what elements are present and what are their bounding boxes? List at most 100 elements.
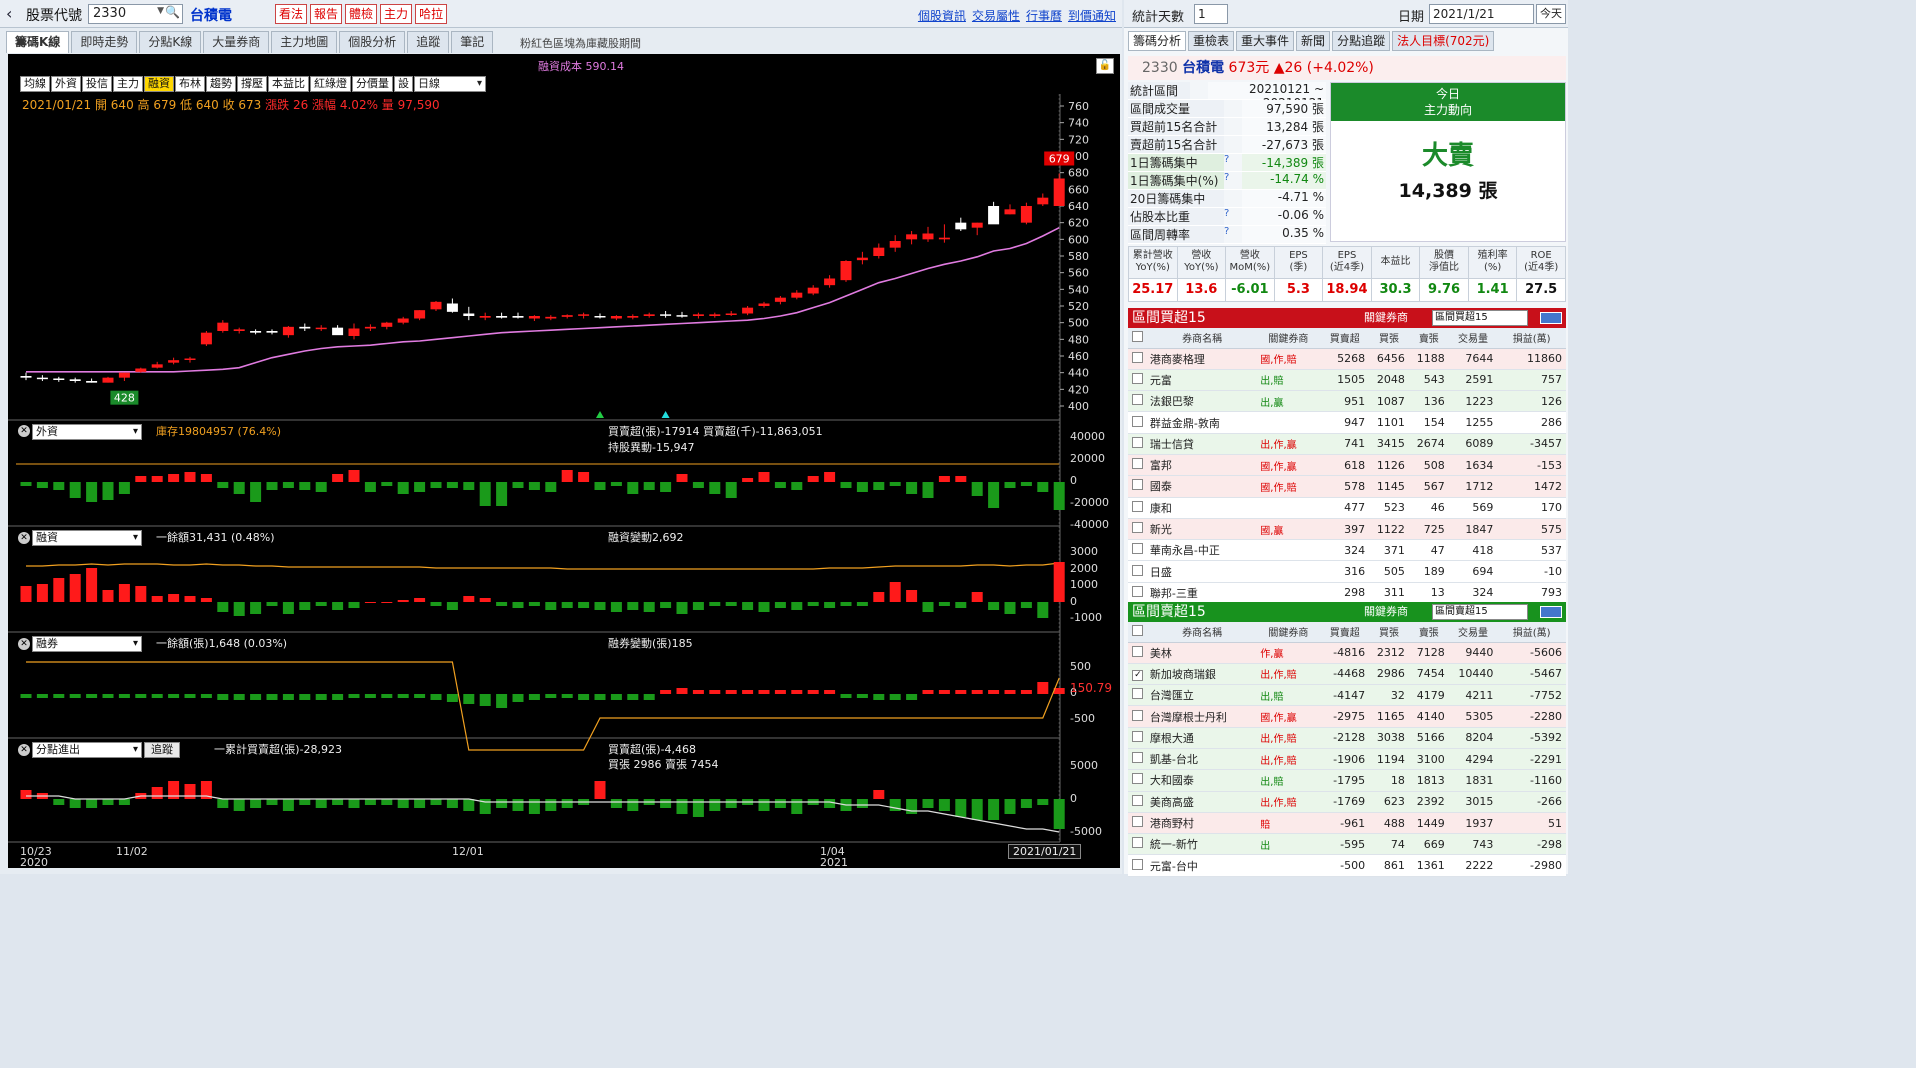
row-checkbox[interactable] xyxy=(1132,351,1144,363)
short-panel-select[interactable]: 融券 xyxy=(32,636,142,652)
column-header[interactable]: 賣張 xyxy=(1408,622,1449,643)
broker-row[interactable]: 大和國泰 出,賠 -1795 18 1813 1831 -1160 xyxy=(1128,769,1566,792)
help-icon[interactable]: ? xyxy=(1224,226,1242,243)
column-header[interactable]: 交易量 xyxy=(1448,328,1498,349)
broker-row[interactable]: 法銀巴黎 出,贏 951 1087 136 1223 126 xyxy=(1128,390,1566,413)
ind-major-button[interactable]: 主力 xyxy=(113,76,143,92)
tab-track[interactable]: 追蹤 xyxy=(407,31,450,53)
days-select[interactable]: 1 xyxy=(1194,4,1228,24)
row-checkbox[interactable] xyxy=(1132,837,1144,849)
broker-row[interactable]: 瑞士信貸 出,作,贏 741 3415 2674 6089 -3457 xyxy=(1128,433,1566,455)
chevron-down-icon[interactable]: ▼ xyxy=(157,6,164,16)
ind-volume-profile-button[interactable]: 分價量 xyxy=(352,76,393,92)
tab-major-events[interactable]: 重大事件 xyxy=(1236,31,1295,51)
tab-chip-kline[interactable]: 籌碼K線 xyxy=(6,31,70,53)
chart-area[interactable]: 760 740 720 700 680 660 640 620 600 580 560 540 520 5… xyxy=(8,54,1120,869)
margin-panel-select[interactable]: 融資 xyxy=(32,530,142,546)
column-header[interactable]: 券商名稱 xyxy=(1147,328,1257,349)
major-player-button[interactable]: 主力 xyxy=(380,4,413,24)
row-checkbox[interactable] xyxy=(1132,458,1144,470)
help-icon[interactable]: ? xyxy=(1224,208,1242,225)
tab-chip-analysis[interactable]: 籌碼分析 xyxy=(1128,31,1187,51)
foreign-panel-select[interactable]: 外資 xyxy=(32,424,142,440)
help-icon[interactable] xyxy=(1190,82,1208,99)
report-button[interactable]: 報告 xyxy=(310,4,343,24)
row-checkbox[interactable] xyxy=(1132,773,1144,785)
row-checkbox[interactable] xyxy=(1132,645,1144,657)
broker-row[interactable]: 美商高盛 出,作,賠 -1769 623 2392 3015 -266 xyxy=(1128,791,1566,813)
trade-attribute-link[interactable]: 交易屬性 xyxy=(972,7,1020,24)
row-checkbox[interactable] xyxy=(1132,709,1144,721)
sell-range-select[interactable]: 區間賣超15 xyxy=(1432,604,1528,620)
back-arrow-icon[interactable]: ‹ xyxy=(6,4,12,23)
broker-row[interactable]: 台灣摩根士丹利 國,作,贏 -2975 1165 4140 5305 -2280 xyxy=(1128,705,1566,728)
broker-row[interactable]: ✓ 新加坡商瑞銀 出,作,賠 -4468 2986 7454 10440 -5467 xyxy=(1128,663,1566,686)
help-icon[interactable] xyxy=(1224,136,1242,153)
row-checkbox[interactable] xyxy=(1132,372,1144,384)
broker-row[interactable]: 康和 477 523 46 569 170 xyxy=(1128,497,1566,519)
date-picker[interactable]: 2021/1/21 xyxy=(1429,4,1534,24)
chat-button[interactable]: 哈拉 xyxy=(415,4,448,24)
column-header[interactable]: 買賣超 xyxy=(1320,622,1370,643)
tab-checklist[interactable]: 重檢表 xyxy=(1188,31,1235,51)
branch-panel-select[interactable]: 分點進出 xyxy=(32,742,142,758)
search-icon[interactable]: 🔍 xyxy=(165,5,180,19)
broker-row[interactable]: 港商野村賠 -961 488 1449 1937 51 xyxy=(1128,812,1566,835)
ind-ma-button[interactable]: 均線 xyxy=(20,76,50,92)
tab-branch-track[interactable]: 分點追蹤 xyxy=(1332,31,1391,51)
tab-target-price[interactable]: 法人目標(702元) xyxy=(1392,31,1495,51)
row-checkbox[interactable] xyxy=(1132,794,1144,806)
row-checkbox[interactable] xyxy=(1132,585,1144,597)
close-icon[interactable]: ✕ xyxy=(18,744,30,756)
broker-row[interactable]: 華南永昌-中正 324 371 47 418 537 xyxy=(1128,539,1566,562)
broker-row[interactable]: 港商麥格理 國,作,賠 5268 6456 1188 7644 11860 xyxy=(1128,348,1566,370)
column-header[interactable]: 損益(萬) xyxy=(1497,328,1566,349)
column-header[interactable]: 買賣超 xyxy=(1320,328,1370,349)
row-checkbox[interactable] xyxy=(1132,415,1144,427)
row-checkbox[interactable] xyxy=(1132,688,1144,700)
close-icon[interactable]: ✕ xyxy=(18,638,30,650)
close-icon[interactable]: ✕ xyxy=(18,425,30,437)
broker-row[interactable]: 聯邦-三重 298 311 13 324 793 xyxy=(1128,582,1566,605)
row-checkbox[interactable] xyxy=(1132,858,1144,870)
tab-major-map[interactable]: 主力地圖 xyxy=(271,31,338,53)
broker-row[interactable]: 元富 出,賠 1505 2048 543 2591 757 xyxy=(1128,369,1566,392)
broker-row[interactable]: 統一-新竹出 -595 74 669 743 -298 xyxy=(1128,833,1566,856)
today-button[interactable]: 今天 xyxy=(1536,4,1566,24)
broker-row[interactable]: 富邦 國,作,贏 618 1126 508 1634 -153 xyxy=(1128,454,1566,477)
ind-settings-button[interactable]: 設 xyxy=(394,76,413,92)
ind-pe-button[interactable]: 本益比 xyxy=(268,76,309,92)
row-checkbox[interactable]: ✓ xyxy=(1132,669,1144,681)
broker-row[interactable]: 美林 作,贏 -4816 2312 7128 9440 -5606 xyxy=(1128,642,1566,664)
column-header[interactable]: 交易量 xyxy=(1448,622,1498,643)
tab-branch-kline[interactable]: 分點K線 xyxy=(139,31,202,53)
broker-row[interactable]: 凱基-台北 出,作,賠 -1906 1194 3100 4294 -2291 xyxy=(1128,748,1566,771)
row-checkbox[interactable] xyxy=(1132,730,1144,742)
help-icon[interactable]: ? xyxy=(1224,154,1242,171)
buy-range-select[interactable]: 區間買超15 xyxy=(1432,310,1528,326)
grid-icon[interactable] xyxy=(1540,606,1562,618)
row-checkbox[interactable] xyxy=(1132,543,1144,555)
help-icon[interactable]: ? xyxy=(1224,172,1242,189)
row-checkbox[interactable] xyxy=(1132,752,1144,764)
ind-trust-button[interactable]: 投信 xyxy=(82,76,112,92)
row-checkbox[interactable] xyxy=(1132,500,1144,512)
ind-support-button[interactable]: 撐壓 xyxy=(237,76,267,92)
ind-trend-button[interactable]: 趨勢 xyxy=(206,76,236,92)
price-alert-link[interactable]: 到價通知 xyxy=(1068,7,1116,24)
view-button[interactable]: 看法 xyxy=(275,4,308,24)
select-all-checkbox[interactable] xyxy=(1132,624,1144,636)
column-header[interactable]: 買張 xyxy=(1369,622,1409,643)
ind-traffic-button[interactable]: 紅綠燈 xyxy=(310,76,351,92)
broker-row[interactable]: 台灣匯立 出,賠 -4147 32 4179 4211 -7752 xyxy=(1128,684,1566,707)
stock-code-input[interactable]: 2330 ▼ 🔍 xyxy=(88,4,183,24)
help-icon[interactable] xyxy=(1224,118,1242,135)
tab-news[interactable]: 新聞 xyxy=(1296,31,1331,51)
broker-row[interactable]: 日盛 316 505 189 694 -10 xyxy=(1128,560,1566,583)
column-header[interactable]: 券商名稱 xyxy=(1147,622,1257,643)
tab-volume-broker[interactable]: 大量券商 xyxy=(203,31,270,53)
grid-icon[interactable] xyxy=(1540,312,1562,324)
column-header[interactable]: 賣張 xyxy=(1408,328,1449,349)
close-icon[interactable]: ✕ xyxy=(18,532,30,544)
stock-info-link[interactable]: 個股資訊 xyxy=(918,7,966,24)
